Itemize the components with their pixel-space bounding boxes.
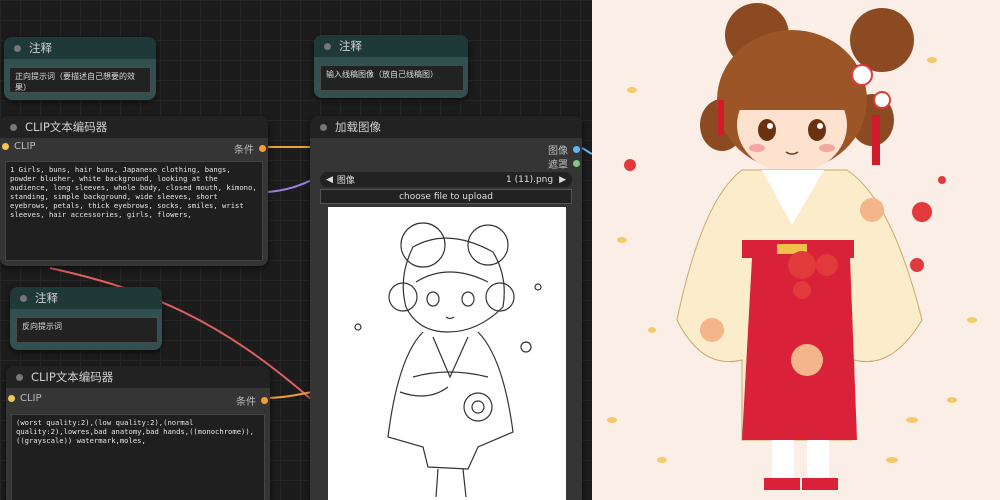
- slot-label: CLIP: [14, 141, 36, 152]
- socket-icon: [8, 395, 15, 402]
- note-textarea[interactable]: 反向提示词: [16, 317, 158, 343]
- note-node-positive[interactable]: 注释 正向提示词（要描述自己想要的效果）: [4, 37, 156, 100]
- combo-label: 图像: [336, 176, 355, 186]
- image-output-slot[interactable]: 图像: [548, 142, 580, 157]
- collapse-dot-icon[interactable]: [10, 123, 17, 131]
- clip-text-encode-node-positive[interactable]: CLIP文本编码器 CLIP 条件 1 Girls, buns, hair bu…: [0, 116, 268, 266]
- clip-text-encode-node-negative[interactable]: CLIP文本编码器 CLIP 条件 (worst quality:2),(low…: [6, 366, 270, 500]
- socket-icon: [261, 397, 268, 404]
- socket-icon: [259, 145, 266, 152]
- collapse-dot-icon[interactable]: [14, 44, 21, 52]
- conditioning-output-slot[interactable]: 条件: [234, 141, 266, 156]
- node-title: 加载图像: [335, 120, 381, 134]
- node-title: CLIP文本编码器: [25, 120, 108, 134]
- node-title: CLIP文本编码器: [31, 370, 114, 384]
- node-canvas[interactable]: 注释 正向提示词（要描述自己想要的效果） 注释 输入线稿图像（放自己线稿图） C…: [0, 0, 592, 500]
- slot-label: CLIP: [20, 393, 42, 404]
- socket-icon: [573, 146, 580, 153]
- node-title: 注释: [339, 39, 362, 53]
- collapse-dot-icon[interactable]: [324, 42, 331, 50]
- colored-girl-illustration: [607, 3, 977, 490]
- prompt-textarea[interactable]: 1 Girls, buns, hair buns, Japanese cloth…: [5, 161, 263, 261]
- node-title: 注释: [35, 291, 58, 305]
- slot-label: 图像: [548, 146, 568, 157]
- collapse-dot-icon[interactable]: [20, 294, 27, 302]
- next-arrow-icon[interactable]: ▶: [559, 175, 566, 185]
- lineart-preview-image: [328, 207, 566, 500]
- socket-icon: [573, 160, 580, 167]
- mask-output-slot[interactable]: 遮罩: [548, 156, 580, 171]
- slot-label: 遮罩: [548, 160, 568, 171]
- conditioning-output-slot[interactable]: 条件: [236, 393, 268, 408]
- note-node-negative[interactable]: 注释 反向提示词: [10, 287, 162, 350]
- slot-label: 条件: [236, 397, 256, 408]
- link-image-out: [581, 147, 592, 155]
- combo-value: 1 (11).png: [506, 174, 554, 185]
- output-image: [592, 0, 1000, 500]
- note-node-lineart[interactable]: 注释 输入线稿图像（放自己线稿图）: [314, 35, 468, 98]
- prompt-textarea[interactable]: (worst quality:2),(low quality:2),(norma…: [11, 414, 265, 500]
- image-select-combo[interactable]: ◀ 图像 1 (11).png ▶: [320, 172, 572, 187]
- node-title: 注释: [29, 41, 52, 55]
- collapse-dot-icon[interactable]: [16, 373, 23, 381]
- load-image-node[interactable]: 加载图像 图像 遮罩 ◀ 图像 1 (11).png ▶ choose file…: [310, 116, 582, 500]
- socket-icon: [2, 143, 9, 150]
- slot-label: 条件: [234, 145, 254, 156]
- note-textarea[interactable]: 正向提示词（要描述自己想要的效果）: [9, 67, 151, 93]
- collapse-dot-icon[interactable]: [320, 123, 327, 131]
- lineart-girl-drawing: [354, 222, 542, 498]
- note-textarea[interactable]: 输入线稿图像（放自己线稿图）: [320, 65, 464, 91]
- upload-button[interactable]: choose file to upload: [320, 189, 572, 204]
- prev-arrow-icon[interactable]: ◀: [326, 175, 333, 185]
- clip-input-slot[interactable]: CLIP: [2, 141, 36, 152]
- link-purple: [267, 179, 313, 193]
- clip-input-slot[interactable]: CLIP: [8, 393, 42, 404]
